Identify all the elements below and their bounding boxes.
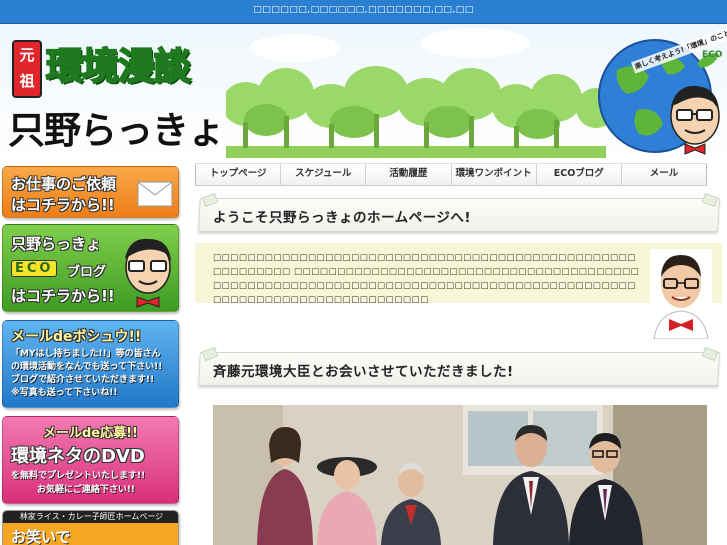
banner-title: メールdeボシュウ!! xyxy=(11,329,142,345)
banner-text: ブログで紹介させていただきます!! xyxy=(11,375,155,385)
logo-title: 環境漫談 xyxy=(45,43,192,89)
news-heading: 斉藤元環境大臣とお会いさせていただきました! xyxy=(213,364,514,380)
welcome-heading-box: ようこそ只野らっきょのホームページへ! xyxy=(198,192,722,234)
forest-illustration xyxy=(226,66,606,158)
intro-box: □□□□□□□□□□□□□□□□□□□□□□□□□□□□□□□□□□□□□□□□… xyxy=(195,243,722,305)
welcome-heading: ようこそ只野らっきょのホームページへ! xyxy=(213,210,471,226)
eco-blog-banner[interactable]: 只野らっきょ ECO ブログ はコチラから!! xyxy=(2,224,179,312)
work-request-banner[interactable]: お仕事のご依頼 はコチラから!! xyxy=(2,166,179,218)
banner-text: 「MYはし持ちました!!」等の皆さん xyxy=(11,349,161,359)
meeting-photo xyxy=(213,405,707,545)
profile-photo xyxy=(650,249,712,339)
nav-item-eco-blog[interactable]: ECOブログ xyxy=(535,164,621,185)
banner-text: はコチラから!! xyxy=(11,196,115,214)
banner-text: お気軽にご連絡下さい!! xyxy=(37,485,136,495)
banner-text: ※写真も送って下さいね!! xyxy=(11,388,118,398)
banner-headline: お笑いで xyxy=(11,528,71,545)
eco-label: ECO xyxy=(11,260,58,277)
mail-recruit-banner[interactable]: メールdeボシュウ!! 「MYはし持ちました!!」等の皆さん の環境活動をなんで… xyxy=(2,320,179,408)
news-heading-box: 斉藤元環境大臣とお会いさせていただきました! xyxy=(198,346,722,388)
nav-item-history[interactable]: 活動履歴 xyxy=(365,164,450,185)
character-face-icon xyxy=(125,238,171,308)
logo-subtitle: 只野らっきょ xyxy=(8,109,225,152)
banner-text: ブログ xyxy=(67,265,107,280)
banner-text: はコチラから!! xyxy=(11,287,115,305)
site-logo[interactable]: 元祖 環境漫談 只野らっきょ xyxy=(6,28,226,152)
banner-headline: 環境ネタのDVD xyxy=(11,446,145,467)
banner-text: の環境活動をなんでも送って下さい!! xyxy=(11,362,163,372)
logo-badge: 元祖 xyxy=(12,40,42,98)
banner-caption: 林家ライス・カレー子師匠ホームページ xyxy=(3,511,178,523)
top-bar-text: □□□□□□,□□□□□□,□□□□□□□,□□,□□ xyxy=(253,5,474,15)
nav-item-top[interactable]: トップページ xyxy=(195,164,280,185)
cloud-decoration xyxy=(420,28,530,58)
banner-text: 只野らっきょ xyxy=(11,235,102,253)
banner-title: メールde応募!! xyxy=(43,426,138,441)
intro-text: □□□□□□□□□□□□□□□□□□□□□□□□□□□□□□□□□□□□□□□□… xyxy=(213,253,640,305)
globe-eco-label: ECO xyxy=(702,50,723,60)
nav-item-mail[interactable]: メール xyxy=(620,164,708,185)
banner-text: お仕事のご依頼 xyxy=(11,175,117,193)
main-nav: トップページ スケジュール 活動履歴 環境ワンポイント ECOブログ メール xyxy=(195,163,708,186)
nav-item-schedule[interactable]: スケジュール xyxy=(280,164,365,185)
top-bar: □□□□□□,□□□□□□,□□□□□□□,□□,□□ xyxy=(0,0,727,24)
banner-text: を無料でプレゼントいたします!! xyxy=(11,471,146,481)
sidebar: お仕事のご依頼 はコチラから!! 只野らっきょ ECO ブログ はコチラから!!… xyxy=(0,160,184,545)
envelope-icon xyxy=(137,181,173,207)
site-header: 元祖 環境漫談 只野らっきょ 楽しく考えよう!「環境」のこと ECO xyxy=(0,24,727,158)
nav-item-eco-tips[interactable]: 環境ワンポイント xyxy=(450,164,536,185)
rice-curry-homepage-banner[interactable]: 林家ライス・カレー子師匠ホームページ お笑いで xyxy=(2,510,179,545)
dvd-gift-banner[interactable]: メールde応募!! 環境ネタのDVD を無料でプレゼントいたします!! お気軽に… xyxy=(2,416,179,504)
cloud-decoration xyxy=(250,34,340,62)
